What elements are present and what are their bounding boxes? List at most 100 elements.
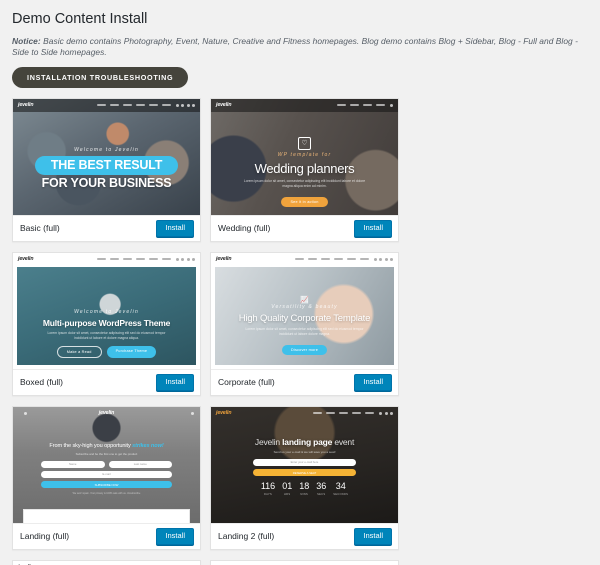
- card-footer: Corporate (full) Install: [211, 368, 398, 395]
- preview-headline: Multi-purpose WordPress Theme: [42, 317, 171, 328]
- install-button[interactable]: Install: [354, 374, 392, 391]
- install-button[interactable]: Install: [156, 220, 194, 237]
- demo-card-blog-full[interactable]: jevelin Your ocean of posts Photos • Rea…: [210, 559, 399, 565]
- preview-hero: ♡ WP template for Wedding planners Lorem…: [211, 136, 398, 208]
- preview-body: Lorem ipsum dolor sit amet, consectetur …: [243, 178, 366, 189]
- preview-hero: 📈 Versatility & beauty High Quality Corp…: [215, 297, 394, 356]
- card-footer: Wedding (full) Install: [211, 214, 398, 241]
- notice-body: Basic demo contains Photography, Event, …: [12, 35, 578, 57]
- preview-navbar: jevelin: [13, 407, 200, 420]
- preview-fineprint: We won't spam. Your privacy is 100% safe…: [72, 492, 141, 496]
- preview-cta-button: See it in action: [281, 196, 328, 207]
- preview-headline-sub: FOR YOUR BUSINESS: [41, 175, 172, 190]
- demo-card-landing-2-full[interactable]: jevelin Jevelin landing page event Send …: [210, 405, 399, 550]
- countdown-unit: 34 SECONDS: [333, 481, 349, 497]
- countdown-unit: 116 DAYS: [260, 481, 276, 497]
- preview-eyebrow: Welcome to Jevelin: [74, 146, 139, 153]
- demo-card-corporate-full[interactable]: jevelin 📈 Versatility & beauty High Qual…: [210, 251, 399, 396]
- preview-subtitle: Send us your e-mail & we will save you a…: [273, 449, 336, 454]
- install-button[interactable]: Install: [156, 374, 194, 391]
- preview-hero: Jevelin landing page event Send us your …: [211, 436, 398, 497]
- demo-label: Boxed (full): [20, 378, 63, 387]
- preview-logo: jevelin: [216, 256, 232, 263]
- preview-countdown: 116 DAYS 01 HRS 18 MINS 36 SECS 34 SECONDS: [211, 481, 398, 497]
- card-footer: Boxed (full) Install: [13, 368, 200, 395]
- preview-subtitle: Subscribe and be the first one to get th…: [75, 451, 138, 456]
- page-title: Demo Content Install: [12, 11, 148, 27]
- demo-label: Basic (full): [20, 224, 60, 233]
- demo-preview-landing-2-full[interactable]: jevelin Jevelin landing page event Send …: [211, 406, 398, 523]
- demo-card-landing-full[interactable]: jevelin From the sky-high you opportunit…: [12, 405, 201, 550]
- preview-nav-icons: [390, 103, 393, 107]
- install-button[interactable]: Install: [354, 528, 392, 545]
- countdown-unit: 18 MINS: [299, 481, 310, 497]
- countdown-unit: 01 HRS: [282, 481, 293, 497]
- card-footer: Landing 2 (full) Install: [211, 522, 398, 549]
- demo-preview-basic-full[interactable]: jevelin Welcome to Jevelin THE BEST RESU…: [13, 98, 200, 215]
- preview-content-panel: [23, 508, 190, 523]
- preview-headline: High Quality Corporate Template: [238, 312, 371, 324]
- demo-grid: jevelin Welcome to Jevelin THE BEST RESU…: [12, 97, 588, 565]
- preview-nav-icons: [175, 103, 195, 107]
- preview-headline-tail: event: [334, 436, 355, 447]
- install-button[interactable]: Install: [156, 528, 194, 545]
- preview-body: Lorem ipsum dolor sit amet, consectetur …: [245, 326, 364, 337]
- preview-nav-icons: [175, 257, 195, 261]
- demo-card-boxed-full[interactable]: jevelin Welcome to Jevelin Multi-purpose…: [12, 251, 201, 396]
- chart-icon: 📈: [300, 296, 309, 304]
- preview-headline: From the sky-high you opportunity: [49, 442, 133, 449]
- demo-preview-corporate-full[interactable]: jevelin 📈 Versatility & beauty High Qual…: [211, 252, 398, 369]
- preview-logo: jevelin: [18, 102, 34, 109]
- demo-preview-blog-full[interactable]: jevelin Your ocean of posts Photos • Rea…: [211, 560, 398, 565]
- preview-navbar: jevelin: [13, 252, 200, 266]
- demo-label: Corporate (full): [218, 378, 275, 387]
- preview-eyebrow: Welcome to Jevelin: [74, 308, 139, 315]
- preview-nav-items: [337, 104, 385, 107]
- preview-hero: Welcome to Jevelin Multi-purpose WordPre…: [17, 309, 196, 358]
- preview-nav-items: [313, 412, 374, 415]
- search-icon: [24, 411, 27, 415]
- demo-card-shop-full[interactable]: jevelin Sale Up to 70% off Discounts on …: [12, 559, 201, 565]
- demo-preview-boxed-full[interactable]: jevelin Welcome to Jevelin Multi-purpose…: [13, 252, 200, 369]
- preview-body: Lorem ipsum dolor sit amet, consectetur …: [47, 330, 166, 341]
- preview-submit-button: SUBSCRIBE NOW: [41, 480, 172, 489]
- preview-logo: jevelin: [18, 256, 34, 263]
- preview-field-last: Last name: [108, 460, 172, 468]
- heart-icon: ♡: [298, 136, 311, 150]
- notice-label: Notice:: [12, 35, 41, 46]
- preview-headline-accent: strikes now!: [132, 442, 164, 449]
- preview-navbar: jevelin: [13, 560, 200, 565]
- preview-nav-icons: [373, 257, 393, 261]
- demo-label: Wedding (full): [218, 224, 271, 233]
- installation-troubleshooting-button[interactable]: INSTALLATION TROUBLESHOOTING: [12, 66, 189, 88]
- preview-navbar: jevelin: [13, 98, 200, 112]
- preview-nav-items: [96, 104, 171, 107]
- card-footer: Basic (full) Install: [13, 214, 200, 241]
- preview-nav-icons: [379, 411, 393, 415]
- preview-headline-pill: THE BEST RESULT: [34, 156, 179, 175]
- preview-eyebrow: WP template for: [277, 151, 332, 158]
- preview-headline-bold: landing page: [282, 436, 335, 447]
- demo-label: Landing 2 (full): [218, 532, 275, 541]
- demo-card-wedding-full[interactable]: jevelin ♡ WP template for Wedding planne…: [210, 97, 399, 242]
- preview-nav-items: [294, 258, 369, 261]
- preview-submit-button: RESERVE A SEAT: [253, 468, 356, 477]
- demo-card-basic-full[interactable]: jevelin Welcome to Jevelin THE BEST RESU…: [12, 97, 201, 242]
- install-button[interactable]: Install: [354, 220, 392, 237]
- countdown-unit: 36 SECS: [316, 481, 327, 497]
- demo-preview-wedding-full[interactable]: jevelin ♡ WP template for Wedding planne…: [211, 98, 398, 215]
- preview-hero: Welcome to Jevelin THE BEST RESULT FOR Y…: [13, 147, 200, 190]
- preview-headline-light: Jevelin: [254, 436, 283, 447]
- preview-navbar: jevelin: [211, 407, 398, 420]
- preview-navbar: jevelin: [211, 252, 398, 266]
- preview-logo: jevelin: [216, 410, 232, 417]
- preview-eyebrow: Versatility & beauty: [271, 303, 338, 310]
- preview-headline: Wedding planners: [254, 160, 355, 176]
- card-footer: Landing (full) Install: [13, 522, 200, 549]
- preview-navbar: jevelin: [211, 98, 398, 112]
- preview-field-email: E-mail: [41, 470, 172, 478]
- demo-preview-landing-full[interactable]: jevelin From the sky-high you opportunit…: [13, 406, 200, 523]
- demo-preview-shop-full[interactable]: jevelin Sale Up to 70% off Discounts on …: [13, 560, 200, 565]
- preview-logo: jevelin: [216, 102, 232, 109]
- preview-hero: From the sky-high you opportunity strike…: [13, 442, 200, 496]
